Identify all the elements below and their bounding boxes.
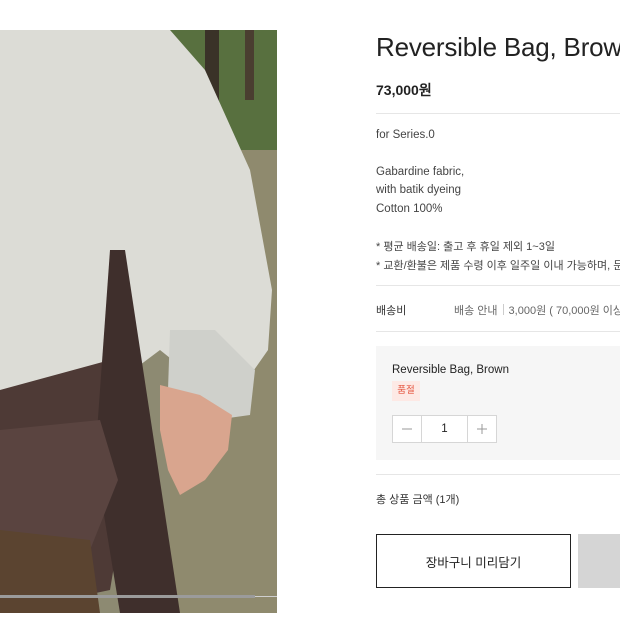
gallery-progress-thumb[interactable] <box>0 595 255 598</box>
add-to-cart-label: 장바구니 미리담기 <box>425 555 522 570</box>
quantity-stepper: 1 <box>392 415 497 443</box>
product-image[interactable] <box>0 30 277 613</box>
delivery-note: * 평균 배송일: 출고 후 휴일 제외 1~3일 <box>376 241 555 253</box>
divider <box>376 474 620 475</box>
minus-icon <box>402 428 412 430</box>
description-line: Cotton 100% <box>376 203 443 215</box>
shipping-guide-link[interactable]: 배송 안내 <box>454 305 498 317</box>
buy-now-button[interactable] <box>578 534 620 588</box>
product-photo-illustration <box>0 30 277 613</box>
description-line: with batik dyeing <box>376 184 462 196</box>
add-to-cart-button[interactable]: 장바구니 미리담기 <box>376 534 571 588</box>
quantity-decrease-button[interactable] <box>393 416 422 442</box>
divider <box>376 113 620 114</box>
option-name: Reversible Bag, Brown <box>392 364 509 376</box>
exchange-note: * 교환/환불은 제품 수령 이후 일주일 이내 가능하며, 문의 <box>376 260 620 272</box>
shipping-fee: 3,000원 ( 70,000원 이상 <box>508 305 620 317</box>
divider <box>376 331 620 332</box>
description-line: Gabardine fabric, <box>376 166 465 178</box>
quantity-value[interactable]: 1 <box>422 416 467 442</box>
product-price: 73,000원 <box>376 82 432 98</box>
total-price-label: 총 상품 금액 (1개) <box>376 494 460 506</box>
shipping-label: 배송비 <box>376 305 407 317</box>
plus-icon <box>477 424 487 434</box>
sold-out-badge: 품절 <box>392 381 420 401</box>
series-text: for Series.0 <box>376 129 435 141</box>
separator <box>502 304 504 315</box>
product-title: Reversible Bag, Brown <box>376 32 620 62</box>
shipping-info: 배송 안내 3,000원 ( 70,000원 이상 <box>454 302 620 318</box>
quantity-increase-button[interactable] <box>467 416 496 442</box>
divider <box>376 285 620 286</box>
